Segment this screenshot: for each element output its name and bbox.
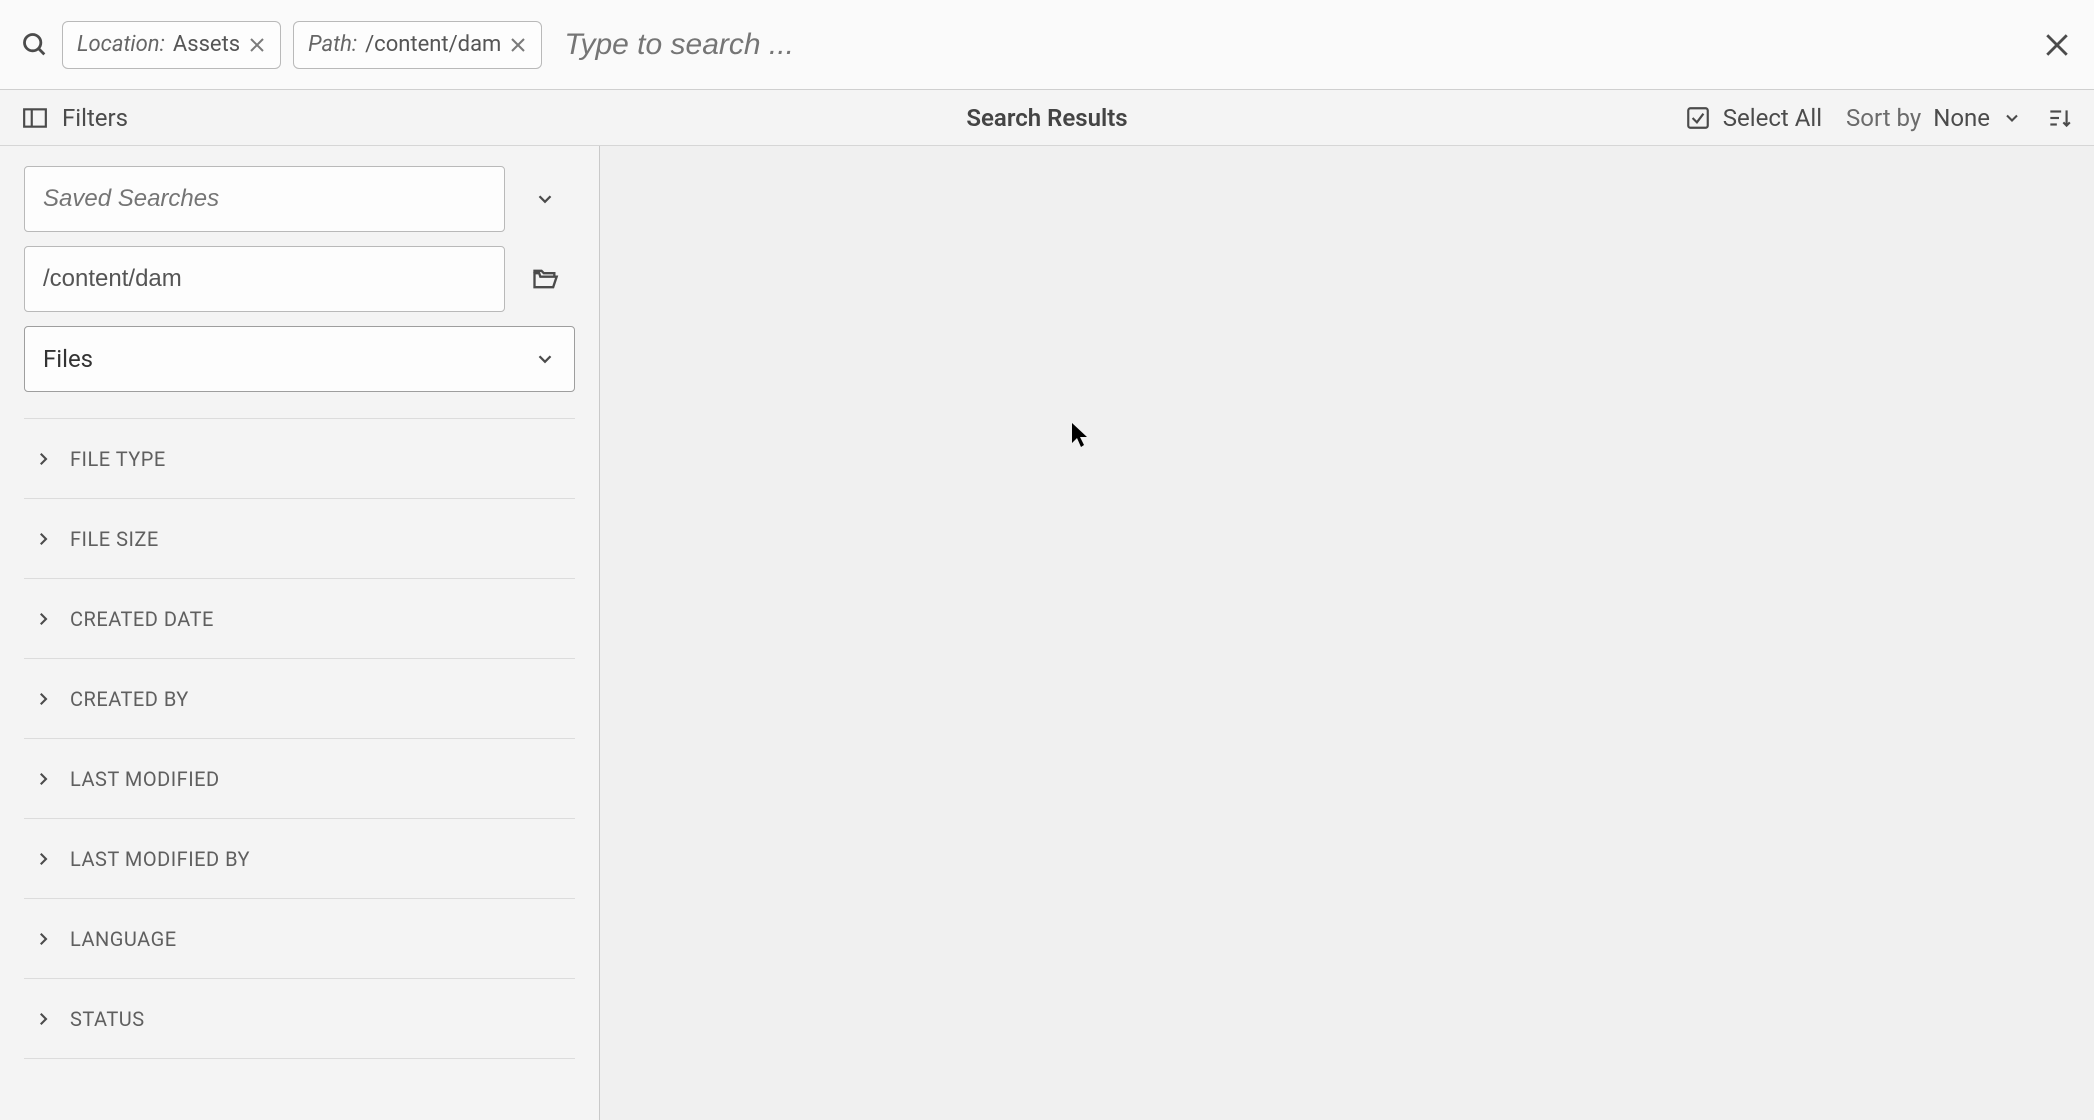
- folder-open-icon: [531, 265, 559, 293]
- filters-sidebar: Files FILE TYPE FILE SIZE CREATED DATE C…: [0, 146, 600, 1120]
- close-icon[interactable]: [248, 36, 266, 54]
- chevron-right-icon: [34, 690, 52, 708]
- accordion-status[interactable]: STATUS: [24, 979, 575, 1059]
- accordion-created-by[interactable]: CREATED BY: [24, 659, 575, 739]
- search-input[interactable]: [554, 28, 2028, 62]
- accordion-label: FILE TYPE: [70, 447, 166, 471]
- accordion-last-modified-by[interactable]: LAST MODIFIED BY: [24, 819, 575, 899]
- browse-folder-button[interactable]: [515, 246, 575, 312]
- filter-chip-location[interactable]: Location: Assets: [62, 21, 281, 69]
- sort-by-label: Sort by: [1846, 104, 1921, 132]
- results-toolbar: Filters Search Results Select All Sort b…: [0, 90, 2094, 146]
- asset-type-select[interactable]: Files: [24, 326, 575, 392]
- checkbox-checked-icon: [1685, 105, 1711, 131]
- chip-key: Location:: [77, 32, 165, 57]
- chevron-right-icon: [34, 450, 52, 468]
- chevron-right-icon: [34, 1010, 52, 1028]
- path-input[interactable]: [24, 246, 505, 312]
- close-icon[interactable]: [2040, 28, 2074, 62]
- accordion-label: CREATED DATE: [70, 607, 214, 631]
- chevron-right-icon: [34, 530, 52, 548]
- sort-by-value: None: [1933, 104, 1990, 132]
- chevron-down-icon: [534, 348, 556, 370]
- chevron-right-icon: [34, 770, 52, 788]
- accordion-label: STATUS: [70, 1007, 145, 1031]
- select-all-label: Select All: [1723, 104, 1822, 132]
- accordion-file-size[interactable]: FILE SIZE: [24, 499, 575, 579]
- asset-type-value: Files: [43, 345, 93, 373]
- chip-key: Path:: [308, 32, 357, 57]
- sort-direction-icon[interactable]: [2046, 105, 2072, 131]
- filter-accordion: FILE TYPE FILE SIZE CREATED DATE CREATED…: [24, 418, 575, 1059]
- search-icon: [20, 30, 50, 60]
- chevron-down-icon[interactable]: [2002, 108, 2022, 128]
- chip-value: /content/dam: [365, 32, 501, 57]
- chevron-right-icon: [34, 610, 52, 628]
- close-icon[interactable]: [509, 36, 527, 54]
- chip-value: Assets: [173, 32, 240, 57]
- accordion-file-type[interactable]: FILE TYPE: [24, 419, 575, 499]
- saved-searches-dropdown[interactable]: [515, 166, 575, 232]
- saved-searches-input[interactable]: [24, 166, 505, 232]
- accordion-label: FILE SIZE: [70, 527, 159, 551]
- filters-label: Filters: [62, 104, 128, 132]
- mouse-cursor-icon: [1070, 421, 1090, 447]
- accordion-label: LAST MODIFIED BY: [70, 847, 250, 871]
- accordion-label: LANGUAGE: [70, 927, 177, 951]
- accordion-language[interactable]: LANGUAGE: [24, 899, 575, 979]
- panel-left-icon: [22, 105, 48, 131]
- accordion-label: LAST MODIFIED: [70, 767, 220, 791]
- accordion-label: CREATED BY: [70, 687, 189, 711]
- results-title: Search Results: [966, 104, 1127, 132]
- accordion-created-date[interactable]: CREATED DATE: [24, 579, 575, 659]
- filter-chip-path[interactable]: Path: /content/dam: [293, 21, 542, 69]
- chevron-right-icon: [34, 930, 52, 948]
- select-all-button[interactable]: Select All: [1685, 104, 1822, 132]
- results-pane: [600, 146, 2094, 1120]
- accordion-last-modified[interactable]: LAST MODIFIED: [24, 739, 575, 819]
- filters-toggle[interactable]: Filters: [22, 104, 128, 132]
- sort-by-control[interactable]: Sort by None: [1846, 104, 2022, 132]
- search-topbar: Location: Assets Path: /content/dam: [0, 0, 2094, 90]
- chevron-right-icon: [34, 850, 52, 868]
